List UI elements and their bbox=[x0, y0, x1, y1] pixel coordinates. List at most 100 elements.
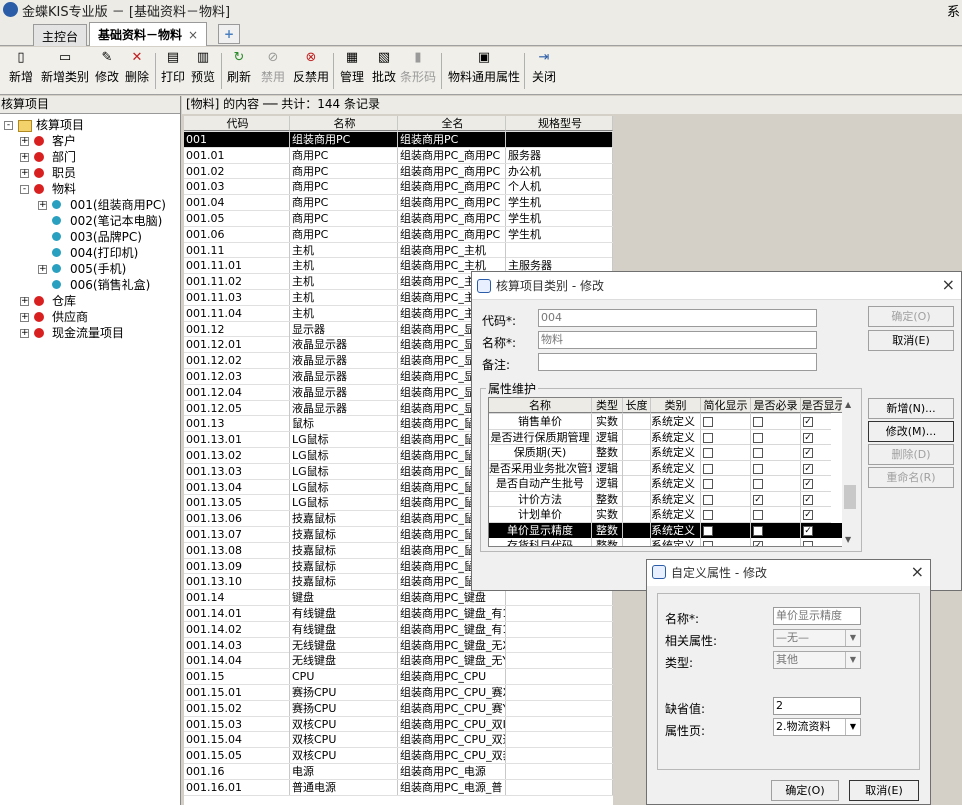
attr-row[interactable]: 保质期(天) 整数 系统定义 ✓ bbox=[489, 445, 831, 461]
checkbox[interactable]: ✓ bbox=[753, 494, 763, 505]
checkbox[interactable] bbox=[703, 525, 713, 536]
toolbar-button-5[interactable]: ▥ 预览 bbox=[190, 50, 216, 92]
table-row[interactable]: 001.05 商用PC 组装商用PC_商用PC 学生机 bbox=[184, 211, 613, 227]
tree-node[interactable]: 006(销售礼盒) bbox=[0, 277, 180, 293]
checkbox[interactable] bbox=[703, 479, 713, 489]
column-header[interactable]: 代码 bbox=[184, 116, 290, 131]
tree-node[interactable]: +001(组装商用PC) bbox=[0, 197, 180, 213]
attr-name-input[interactable]: 单价显示精度 bbox=[773, 607, 861, 625]
table-row[interactable]: 001.06 商用PC 组装商用PC_商用PC 学生机 bbox=[184, 226, 613, 243]
checkbox[interactable] bbox=[753, 463, 763, 474]
column-header[interactable]: 全名 bbox=[398, 116, 506, 131]
attr-column-header[interactable]: 是否显示 bbox=[801, 398, 845, 413]
add-tab-icon[interactable]: + bbox=[218, 24, 240, 44]
tree-node[interactable]: - 核算项目 bbox=[0, 117, 180, 133]
checkbox[interactable] bbox=[753, 525, 763, 536]
chevron-down-icon[interactable]: ▼ bbox=[845, 630, 860, 646]
table-row[interactable]: 001.14 键盘 组装商用PC_键盘 bbox=[184, 590, 613, 606]
remark-input[interactable] bbox=[538, 353, 817, 371]
table-row[interactable]: 001.15.04双核CPU组装商用PC_CPU_双迅驰 bbox=[184, 732, 613, 749]
tree-node[interactable]: + 供应商 bbox=[0, 309, 180, 325]
tree-node[interactable]: + 客户 bbox=[0, 133, 180, 149]
attribute-grid[interactable]: 名称 类型 长度 类别 简化显示 是否必录 是否显示 销售单价 实数 系统定义 ✓ 是否进行保质期管理… bbox=[488, 397, 846, 547]
tree-node[interactable]: + 职员 bbox=[0, 165, 180, 181]
checkbox[interactable] bbox=[753, 448, 763, 458]
scroll-down-icon[interactable]: ▼ bbox=[845, 535, 851, 544]
checkbox[interactable]: ✓ bbox=[753, 541, 763, 546]
table-row[interactable]: 001.14.02有线键盘组装商用PC_键盘_有102 bbox=[184, 621, 613, 638]
tab-material[interactable]: 基础资料－物料 × bbox=[89, 22, 208, 46]
attr-row[interactable]: 计划单价 实数 系统定义 ✓ bbox=[489, 507, 831, 523]
tree-node[interactable]: +005(手机) bbox=[0, 261, 180, 277]
ok-button[interactable]: 确定(O) bbox=[868, 306, 954, 327]
chevron-down-icon[interactable]: ▼ bbox=[845, 719, 860, 735]
edit-attribute-button[interactable]: 修改(M)... bbox=[868, 421, 954, 442]
tab-main-console[interactable]: 主控台 bbox=[33, 24, 88, 46]
column-header[interactable]: 规格型号 bbox=[506, 116, 613, 131]
table-row[interactable]: 001.02 商用PC 组装商用PC_商用PC 办公机 bbox=[184, 163, 613, 180]
toolbar-button-12[interactable]: ▣ 物料通用属性 bbox=[446, 50, 522, 92]
table-row[interactable]: 001.14.01有线键盘组装商用PC_键盘_有101 bbox=[184, 606, 613, 622]
table-row[interactable]: 001.15.05双核CPU组装商用PC_CPU_双奔腾 bbox=[184, 748, 613, 764]
close-icon[interactable]: × bbox=[942, 275, 955, 294]
expand-icon[interactable]: + bbox=[20, 169, 29, 178]
tree-node[interactable]: 003(品牌PC) bbox=[0, 229, 180, 245]
checkbox[interactable]: ✓ bbox=[803, 448, 813, 458]
attr-row[interactable]: 是否进行保质期管理 逻辑 系统定义 ✓ bbox=[489, 429, 831, 445]
toolbar-button-4[interactable]: ▤ 打印 bbox=[160, 50, 186, 92]
close-icon[interactable]: × bbox=[911, 562, 924, 581]
table-row[interactable]: 001.16 电源 组装商用PC_电源 bbox=[184, 764, 613, 780]
tree-node[interactable]: + 仓库 bbox=[0, 293, 180, 309]
attr-row[interactable]: 销售单价 实数 系统定义 ✓ bbox=[489, 414, 831, 430]
attr-row[interactable]: 存货科目代码 整数 系统定义 ✓ bbox=[489, 538, 831, 546]
checkbox[interactable]: ✓ bbox=[803, 510, 813, 520]
checkbox[interactable] bbox=[703, 494, 713, 505]
delete-attribute-button[interactable]: 删除(D) bbox=[868, 444, 954, 465]
toolbar-button-6[interactable]: ↻ 刷新 bbox=[226, 50, 252, 92]
table-row[interactable]: 001.14.04 无线键盘 组装商用PC_键盘_无Y bbox=[184, 653, 613, 670]
attr-column-header[interactable]: 长度 bbox=[623, 398, 651, 413]
checkbox[interactable]: ✓ bbox=[803, 525, 813, 536]
tree-node[interactable]: + 部门 bbox=[0, 149, 180, 165]
attr-column-header[interactable]: 类型 bbox=[592, 398, 623, 413]
toolbar-button-7[interactable]: ⊘ 禁用 bbox=[260, 50, 286, 92]
table-row[interactable]: 001.15 CPU 组装商用PC_CPU bbox=[184, 669, 613, 685]
code-input[interactable]: 004 bbox=[538, 309, 817, 327]
attr-column-header[interactable]: 简化显示 bbox=[701, 398, 751, 413]
tab-close-icon[interactable]: × bbox=[188, 28, 198, 42]
table-row[interactable]: 001.15.02 赛扬CPU 组装商用PC_CPU_赛Y bbox=[184, 700, 613, 717]
chevron-down-icon[interactable]: ▼ bbox=[845, 652, 860, 668]
table-row[interactable]: 001.16.01 普通电源 组装商用PC_电源_普 bbox=[184, 779, 613, 796]
type-combo[interactable]: 其他 ▼ bbox=[773, 651, 861, 669]
tree-node[interactable]: 004(打印机) bbox=[0, 245, 180, 261]
table-row[interactable]: 001.04 商用PC 组装商用PC_商用PC 学生机 bbox=[184, 195, 613, 211]
checkbox[interactable] bbox=[703, 541, 713, 546]
toolbar-button-1[interactable]: ▭ 新增类别 bbox=[40, 50, 90, 92]
toolbar-button-13[interactable]: ⇥ 关闭 bbox=[530, 50, 558, 92]
tree-node[interactable]: 002(笔记本电脑) bbox=[0, 213, 180, 229]
property-page-combo[interactable]: 2.物流资料 ▼ bbox=[773, 718, 861, 736]
column-header[interactable]: 名称 bbox=[290, 116, 398, 131]
checkbox[interactable]: ✓ bbox=[803, 479, 813, 489]
checkbox[interactable] bbox=[703, 448, 713, 458]
name-input[interactable]: 物料 bbox=[538, 331, 817, 349]
expand-icon[interactable]: + bbox=[20, 297, 29, 306]
checkbox[interactable]: ✓ bbox=[803, 417, 813, 427]
expand-icon[interactable]: + bbox=[20, 313, 29, 322]
checkbox[interactable]: ✓ bbox=[803, 494, 813, 505]
toolbar-button-10[interactable]: ▧ 批改 bbox=[370, 50, 398, 92]
checkbox[interactable] bbox=[703, 463, 713, 474]
attr-row[interactable]: 单价显示精度 整数 系统定义 ✓ bbox=[489, 522, 845, 538]
checkbox[interactable]: ✓ bbox=[803, 432, 813, 443]
toolbar-button-9[interactable]: ▦ 管理 bbox=[338, 50, 366, 92]
tree-node[interactable]: + 现金流量项目 bbox=[0, 325, 180, 341]
attribute-scrollbar[interactable]: ▲ ▼ bbox=[842, 397, 858, 547]
checkbox[interactable] bbox=[753, 432, 763, 443]
attr-row[interactable]: 是否采用业务批次管理 逻辑 系统定义 ✓ bbox=[489, 460, 831, 476]
expand-icon[interactable]: + bbox=[38, 265, 47, 274]
add-attribute-button[interactable]: 新增(N)... bbox=[868, 398, 954, 419]
toolbar-button-3[interactable]: ✕ 删除 bbox=[124, 50, 150, 92]
attr-column-header[interactable]: 是否必录 bbox=[751, 398, 801, 413]
scroll-thumb[interactable] bbox=[844, 485, 856, 509]
expand-icon[interactable]: + bbox=[38, 201, 47, 210]
